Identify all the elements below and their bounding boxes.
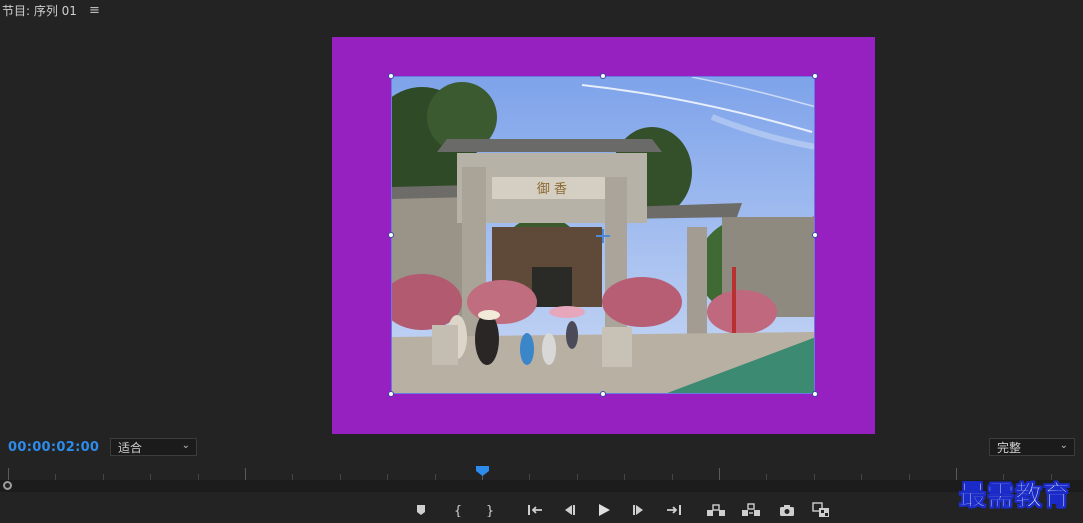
add-marker-button[interactable] xyxy=(411,500,431,520)
mark-out-button[interactable]: } xyxy=(480,500,500,520)
lift-button[interactable] xyxy=(706,500,726,520)
panel-title[interactable]: 节目: 序列 01 xyxy=(0,2,77,19)
mark-in-button[interactable]: { xyxy=(448,500,468,520)
transform-handle-top-right[interactable] xyxy=(812,73,818,79)
mark-out-icon: } xyxy=(486,504,494,517)
go-to-in-button[interactable] xyxy=(525,500,545,520)
export-frame-button[interactable] xyxy=(777,500,797,520)
compare-view-icon xyxy=(812,502,829,517)
playback-resolution-select[interactable]: 完整 ⌄ xyxy=(989,438,1075,456)
extract-button[interactable] xyxy=(741,500,761,520)
step-back-icon xyxy=(565,505,575,515)
zoom-level-value: 适合 xyxy=(118,440,143,455)
go-to-out-icon xyxy=(667,505,681,515)
playhead-timecode[interactable]: 00:00:02:00 xyxy=(8,440,99,455)
ruler-tick xyxy=(245,468,246,480)
transform-handle-left[interactable] xyxy=(388,232,394,238)
hamburger-menu-icon[interactable]: ≡ xyxy=(89,3,100,18)
play-icon xyxy=(599,504,610,516)
time-ruler[interactable] xyxy=(0,466,1083,480)
go-to-out-button[interactable] xyxy=(664,500,684,520)
svg-text:}: } xyxy=(486,504,494,517)
camera-icon xyxy=(780,504,794,516)
lift-icon xyxy=(707,504,725,516)
transform-handle-bottom[interactable] xyxy=(600,391,606,397)
svg-text:{: { xyxy=(454,504,462,517)
compare-view-button[interactable] xyxy=(811,500,831,520)
step-forward-button[interactable] xyxy=(629,500,649,520)
ruler-tick xyxy=(956,468,957,480)
transform-handle-top[interactable] xyxy=(600,73,606,79)
play-button[interactable] xyxy=(594,500,614,520)
add-marker-icon xyxy=(417,505,425,515)
ruler-tick xyxy=(719,468,720,480)
step-back-button[interactable] xyxy=(559,500,579,520)
zoom-scrollbar[interactable] xyxy=(0,480,1083,492)
ruler-tick xyxy=(8,468,9,480)
transform-handle-right[interactable] xyxy=(812,232,818,238)
extract-icon xyxy=(742,503,760,516)
playback-resolution-value: 完整 xyxy=(997,440,1022,455)
chevron-down-icon: ⌄ xyxy=(181,440,190,451)
zoom-level-select[interactable]: 适合 ⌄ xyxy=(110,438,197,456)
go-to-in-icon xyxy=(528,505,542,515)
chevron-down-icon: ⌄ xyxy=(1059,440,1068,451)
step-forward-icon xyxy=(633,505,643,515)
transform-handle-bottom-right[interactable] xyxy=(812,391,818,397)
playhead-marker-icon[interactable] xyxy=(476,466,489,476)
svg-text:御 香: 御 香 xyxy=(537,182,567,197)
panel-header: 节目: 序列 01 ≡ xyxy=(0,0,100,20)
zoom-scrollbar-handle[interactable] xyxy=(3,481,12,490)
transform-handle-bottom-left[interactable] xyxy=(388,391,394,397)
anchor-point-crosshair-icon[interactable] xyxy=(596,229,610,243)
mark-in-icon: { xyxy=(454,504,462,517)
watermark-text: 最需教育 xyxy=(959,481,1071,513)
transform-handle-top-left[interactable] xyxy=(388,73,394,79)
